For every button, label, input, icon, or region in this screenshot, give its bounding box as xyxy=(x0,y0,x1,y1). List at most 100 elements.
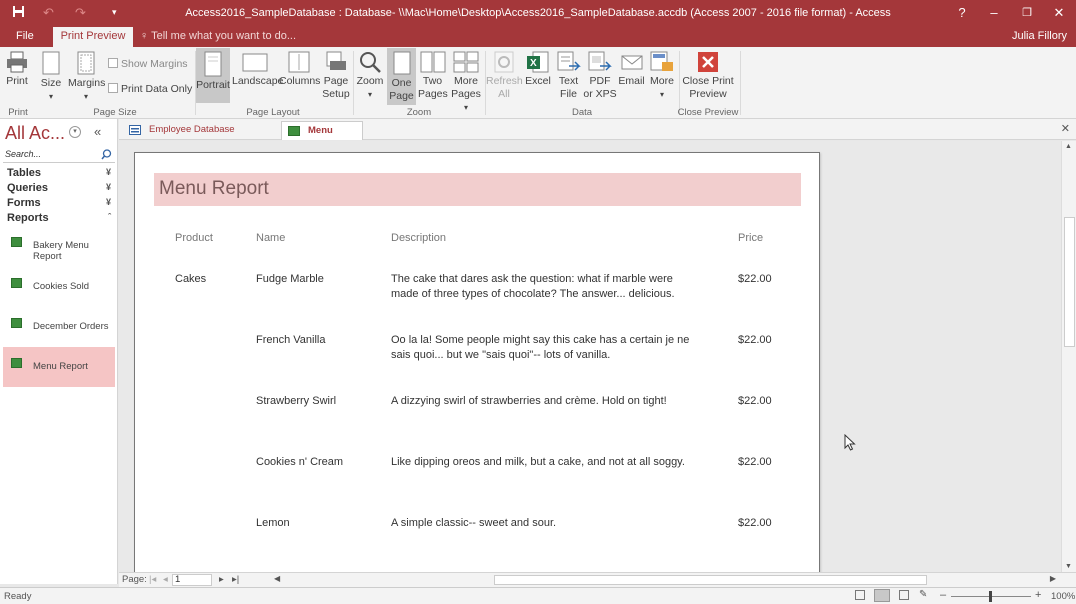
close-document-icon[interactable]: ✕ xyxy=(1061,122,1070,135)
nav-item-december-orders[interactable]: December Orders xyxy=(3,307,115,347)
last-page-icon[interactable]: ▸| xyxy=(232,574,239,585)
columns-label: Columns xyxy=(279,75,321,87)
cell-description-line1: Like dipping oreos and milk, but a cake,… xyxy=(391,456,685,468)
text-file-icon xyxy=(557,51,581,71)
zoom-dropdown-icon: ▾ xyxy=(367,90,372,99)
margins-label: Margins xyxy=(68,77,106,89)
layout-view-icon[interactable] xyxy=(899,590,909,600)
portrait-button[interactable]: Portrait xyxy=(196,48,230,103)
report-icon xyxy=(11,278,22,288)
nav-dropdown-icon[interactable]: ▾ xyxy=(69,126,81,138)
expand-icon: ¥ xyxy=(105,167,111,177)
design-view-icon[interactable]: ✎ xyxy=(919,589,927,600)
nav-category-tables[interactable]: Tables ¥ xyxy=(7,167,111,179)
report-canvas[interactable]: Menu Report Product Name Description Pri… xyxy=(119,141,1061,572)
scrollbar-thumb[interactable] xyxy=(1064,217,1075,347)
zoom-out-button[interactable]: – xyxy=(940,589,946,601)
report-icon xyxy=(11,318,22,328)
zoom-button[interactable]: Zoom ▾ xyxy=(355,51,385,101)
next-page-icon[interactable]: ▸ xyxy=(219,574,224,585)
scroll-left-icon[interactable]: ◀ xyxy=(274,574,280,583)
nav-item-label: Cookies Sold xyxy=(33,281,89,292)
cell-price: $22.00 xyxy=(738,395,772,407)
navigation-pane: All Ac... ▾ « Search... Tables ¥ Queries ¥… xyxy=(0,119,118,584)
restore-button[interactable]: ❐ xyxy=(1012,6,1042,19)
zoom-icon xyxy=(360,52,381,73)
doc-tab-employee-navigation[interactable]: Employee Database Navigation xyxy=(123,121,278,153)
nav-pane-title[interactable]: All Ac... xyxy=(5,123,65,144)
nav-item-menu-report[interactable]: Menu Report xyxy=(3,347,115,387)
page-setup-button[interactable]: Page Setup xyxy=(320,51,352,101)
more-pages-label-1: More xyxy=(454,75,478,87)
nav-category-label: Tables xyxy=(7,167,42,179)
column-header-product: Product xyxy=(175,232,213,244)
nav-search-input[interactable]: Search... xyxy=(3,146,115,163)
print-button[interactable]: Print xyxy=(3,51,31,88)
doc-tab-menu-report[interactable]: Menu Report xyxy=(281,121,363,154)
nav-category-label: Reports xyxy=(7,212,49,224)
size-dropdown-icon: ▾ xyxy=(48,92,53,101)
nav-category-reports[interactable]: Reports ˆ xyxy=(7,212,111,224)
nav-item-cookies-sold[interactable]: Cookies Sold xyxy=(3,267,115,307)
scroll-up-icon[interactable]: ▲ xyxy=(1065,143,1072,150)
nav-item-bakery-menu-report[interactable]: Bakery Menu Report xyxy=(3,226,115,266)
zoom-in-button[interactable]: + xyxy=(1035,589,1041,601)
scroll-down-icon[interactable]: ▼ xyxy=(1065,563,1072,570)
text-file-button[interactable]: Text File xyxy=(554,51,583,101)
margins-button[interactable]: Margins ▾ xyxy=(68,51,106,103)
minimize-button[interactable]: – xyxy=(979,5,1009,20)
refresh-all-label-1: Refresh xyxy=(486,75,523,87)
mouse-cursor-icon xyxy=(844,434,856,451)
nav-category-forms[interactable]: Forms ¥ xyxy=(7,197,111,209)
first-page-icon[interactable]: |◂ xyxy=(149,574,156,585)
print-data-only-checkbox[interactable]: Print Data Only xyxy=(108,83,192,95)
document-tabs: Employee Database Navigation Menu Report… xyxy=(119,119,1076,154)
previous-page-icon[interactable]: ◂ xyxy=(163,574,168,585)
tell-me-box[interactable]: ♀ Tell me what you want to do... xyxy=(140,27,296,47)
email-button[interactable]: Email xyxy=(618,51,645,88)
help-button[interactable]: ? xyxy=(947,5,977,20)
nav-category-label: Forms xyxy=(7,197,41,209)
more-export-label: More xyxy=(650,75,674,87)
pdf-xps-button[interactable]: PDF or XPS xyxy=(583,51,617,101)
refresh-all-button[interactable]: Refresh All xyxy=(486,51,523,101)
nav-item-label: Menu Report xyxy=(33,361,88,372)
nav-category-queries[interactable]: Queries ¥ xyxy=(7,182,111,194)
size-button[interactable]: Size ▾ xyxy=(38,51,64,103)
pdf-xps-icon xyxy=(588,51,612,71)
zoom-slider-thumb[interactable] xyxy=(989,591,992,602)
close-print-preview-button[interactable]: Close Print Preview xyxy=(681,51,735,101)
collapse-pane-icon[interactable]: « xyxy=(94,124,101,139)
print-preview-view-icon[interactable] xyxy=(874,589,890,602)
excel-button[interactable]: X Excel xyxy=(524,51,552,88)
cell-description-line1: The cake that dares ask the question: wh… xyxy=(391,273,673,285)
size-label: Size xyxy=(40,77,62,89)
report-view-icon[interactable] xyxy=(855,590,865,600)
zoom-level[interactable]: 100% xyxy=(1051,591,1075,602)
columns-button[interactable]: Columns xyxy=(279,51,321,88)
horizontal-scrollbar-thumb[interactable] xyxy=(494,575,927,585)
svg-text:X: X xyxy=(530,58,537,69)
vertical-scrollbar[interactable]: ▲ ▼ xyxy=(1061,141,1076,572)
search-icon[interactable] xyxy=(101,149,112,160)
show-margins-checkbox[interactable]: Show Margins xyxy=(108,58,188,70)
report-icon xyxy=(288,126,300,136)
one-page-button[interactable]: One Page xyxy=(387,48,416,105)
cell-name: Fudge Marble xyxy=(256,273,324,285)
page-setup-icon xyxy=(326,51,346,70)
one-page-icon xyxy=(393,51,410,75)
more-pages-button[interactable]: More Pages ▾ xyxy=(449,51,483,114)
two-pages-button[interactable]: Two Pages xyxy=(418,51,448,101)
nav-search-placeholder: Search... xyxy=(5,149,42,159)
landscape-button[interactable]: Landscape xyxy=(232,51,283,88)
user-name[interactable]: Julia Fillory xyxy=(1012,27,1067,47)
cell-description-line1: A simple classic-- sweet and sour. xyxy=(391,517,557,529)
scroll-right-icon[interactable]: ▶ xyxy=(1050,574,1056,583)
tab-file[interactable]: File xyxy=(16,27,34,47)
page-number-input[interactable]: 1 xyxy=(172,574,212,586)
more-export-button[interactable]: More ▾ xyxy=(648,51,676,101)
close-button[interactable]: ✕ xyxy=(1044,5,1074,21)
nav-item-label: December Orders xyxy=(33,321,109,332)
tab-print-preview[interactable]: Print Preview xyxy=(53,27,133,47)
close-preview-icon xyxy=(698,52,718,72)
